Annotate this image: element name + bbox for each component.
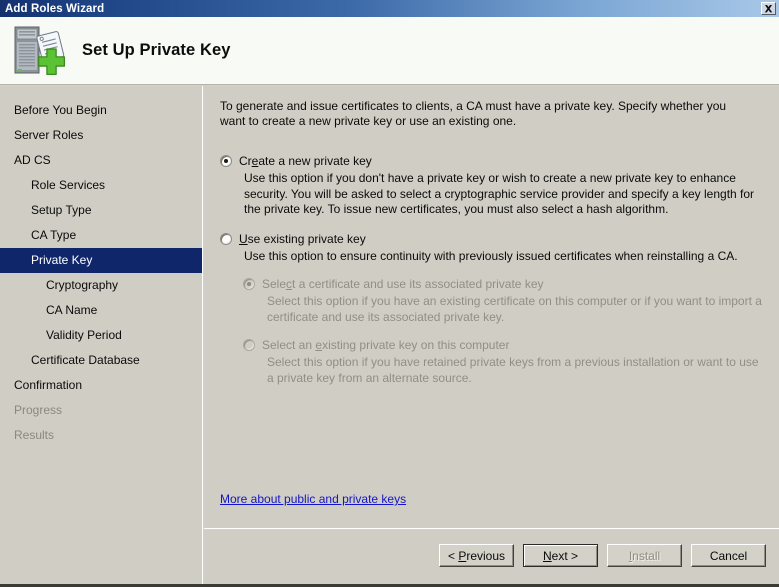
sidebar-item-ca-name[interactable]: CA Name	[0, 298, 202, 323]
sidebar-item-ca-type[interactable]: CA Type	[0, 223, 202, 248]
sidebar-item-progress: Progress	[14, 403, 63, 417]
add-roles-wizard-window: Add Roles Wizard Set Up Private Key Befo…	[0, 0, 779, 587]
suboption-description-select-certificate: Select this option if you have an existi…	[267, 294, 762, 324]
wizard-button-bar: < Previous Next > Install Cancel	[204, 530, 779, 587]
previous-button[interactable]: < Previous	[439, 544, 514, 567]
cancel-button[interactable]: Cancel	[691, 544, 766, 567]
page-header: Set Up Private Key	[0, 17, 779, 85]
option-description-use-existing-private-key: Use this option to ensure continuity wit…	[244, 248, 738, 263]
more-about-keys-link[interactable]: More about public and private keys	[220, 492, 406, 506]
sidebar-item-ad-cs[interactable]: AD CS	[0, 148, 202, 173]
intro-text: To generate and issue certificates to cl…	[220, 99, 727, 128]
sidebar-item-private-key[interactable]: Private Key	[0, 248, 202, 273]
suboption-label-select-certificate: Select a certificate and use its associa…	[262, 277, 544, 291]
wizard-steps-sidebar: Before You Begin Server Roles AD CS Role Se…	[0, 86, 203, 584]
sidebar-item-cryptography[interactable]: Cryptography	[0, 273, 202, 298]
sidebar-item-server-roles[interactable]: Server Roles	[0, 123, 202, 148]
suboption-label-select-existing-key: Select an existing private key on this c…	[262, 338, 510, 352]
content-pane: To generate and issue certificates to cl…	[204, 86, 779, 529]
sidebar-item-results: Results	[14, 428, 55, 442]
radio-use-existing-private-key[interactable]	[220, 232, 232, 245]
close-icon[interactable]	[761, 2, 776, 15]
sidebar-item-confirmation[interactable]: Confirmation	[0, 373, 202, 398]
sidebar-item-setup-type[interactable]: Setup Type	[0, 198, 202, 223]
option-use-existing-private-key: Use existing private key Use this option…	[220, 232, 763, 387]
option-create-new-private-key: Create a new private key Use this option…	[220, 154, 763, 218]
radio-select-existing-key	[243, 339, 255, 351]
sidebar-item-before-you-begin[interactable]: Before You Begin	[0, 98, 202, 123]
radio-select-certificate	[243, 278, 255, 290]
window-title: Add Roles Wizard	[5, 2, 105, 15]
sidebar-item-role-services[interactable]: Role Services	[0, 173, 202, 198]
option-label-use-existing-private-key[interactable]: Use existing private key	[239, 232, 366, 247]
title-bar-buttons	[761, 2, 779, 15]
suboption-select-certificate: Select a certificate and use its associa…	[243, 277, 763, 325]
next-button[interactable]: Next >	[523, 544, 598, 567]
title-bar: Add Roles Wizard	[0, 0, 779, 17]
radio-create-new-private-key[interactable]	[220, 155, 232, 167]
page-title: Set Up Private Key	[82, 41, 231, 59]
sidebar-item-validity-period[interactable]: Validity Period	[0, 323, 202, 348]
install-button: Install	[607, 544, 682, 567]
sidebar-item-certificate-database[interactable]: Certificate Database	[0, 348, 202, 373]
suboption-select-existing-key: Select an existing private key on this c…	[243, 338, 763, 386]
option-label-create-new-private-key[interactable]: Create a new private key	[239, 154, 372, 169]
option-description-create-new-private-key: Use this option if you don't have a priv…	[244, 171, 755, 216]
server-certificate-add-icon	[8, 23, 70, 81]
suboption-description-select-existing-key: Select this option if you have retained …	[267, 355, 759, 385]
